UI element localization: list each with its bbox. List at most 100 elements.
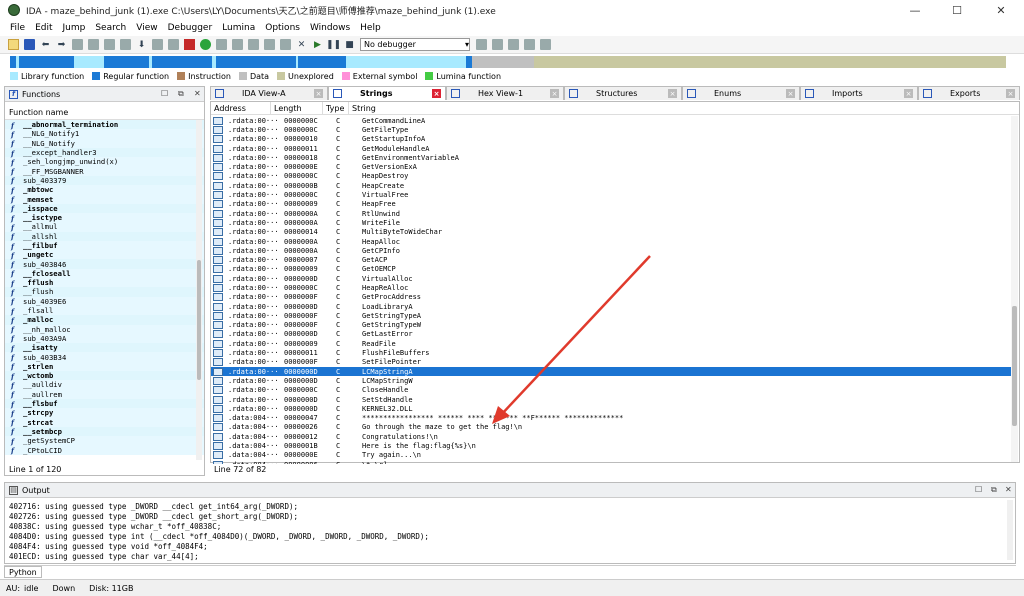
function-row[interactable]: f __aullrem [5,389,204,399]
stop-icon[interactable]: ■ [344,39,355,50]
col-address[interactable]: Address [211,101,271,115]
green-circle-icon[interactable] [200,39,211,50]
function-row[interactable]: f __NLG_Notify [5,138,204,148]
string-row[interactable]: .rdata:00··· 0000000C C HeapReAlloc [211,283,1011,292]
function-row[interactable]: f __allshl [5,231,204,241]
tool-icon-14[interactable] [508,39,519,50]
menu-edit[interactable]: Edit [35,23,52,33]
panel-close-icon[interactable]: ✕ [194,89,201,98]
function-row[interactable]: f __abnormal_termination [5,120,204,130]
minimize-button[interactable]: — [894,0,936,20]
down-arrow-icon[interactable]: ⬇ [136,39,147,50]
string-row[interactable]: .rdata:00··· 00000018 C GetEnvironmentVaria… [211,153,1011,162]
tool-icon-9[interactable] [248,39,259,50]
string-row[interactable]: .rdata:00··· 0000000D C KERNEL32.DLL [211,404,1011,413]
tab-close-icon[interactable]: × [668,89,677,98]
string-row[interactable]: .rdata:00··· 0000000F C GetProcAddress [211,293,1011,302]
function-row[interactable]: f _fflush [5,278,204,288]
function-row[interactable]: f _isspace [5,203,204,213]
tool-icon-11[interactable] [280,39,291,50]
panel-restore-icon[interactable]: ☐ [161,89,168,98]
function-row[interactable]: f _strcat [5,417,204,427]
function-row[interactable]: f sub_403B34 [5,352,204,362]
tab-close-icon[interactable]: × [314,89,323,98]
tool-icon-16[interactable] [540,39,551,50]
cross-icon[interactable]: ✕ [296,39,307,50]
function-row[interactable]: f __aulldiv [5,380,204,390]
tab-strings[interactable]: Strings × [328,86,446,100]
function-row[interactable]: f sub_4039E6 [5,296,204,306]
string-row[interactable]: .rdata:00··· 0000000F C SetFilePointer [211,358,1011,367]
function-name-column-header[interactable]: Function name [5,106,204,120]
tool-icon-12[interactable] [476,39,487,50]
string-row[interactable]: .rdata:00··· 0000000D C SetStdHandle [211,395,1011,404]
back-arrow-icon[interactable]: ⬅ [40,39,51,50]
string-row[interactable]: .rdata:00··· 00000009 C GetOEMCP [211,265,1011,274]
function-row[interactable]: f __isctype [5,212,204,223]
function-row[interactable]: f __setmbcp [5,426,204,436]
string-row[interactable]: .rdata:00··· 0000000F C GetStringTypeA [211,311,1011,320]
function-row[interactable]: f __fcloseall [5,268,204,278]
function-row[interactable]: f _getSystemCP [5,436,204,446]
function-row[interactable]: f _strlen [5,361,204,371]
menu-search[interactable]: Search [95,23,126,33]
string-row[interactable]: .rdata:00··· 0000000E C GetVersionExA [211,162,1011,172]
tab-enums[interactable]: Enums × [682,86,800,100]
tab-hex-view-1[interactable]: Hex View-1 × [446,86,564,100]
tool-icon-4[interactable] [120,39,131,50]
string-row[interactable]: .rdata:00··· 0000000D C VirtualAlloc [211,274,1011,283]
tab-structures[interactable]: Structures × [564,86,682,100]
string-row[interactable]: .data:004··· 0000000E C Try again...\n [211,451,1011,460]
function-row[interactable]: f __except_handler3 [5,147,204,158]
close-window-button[interactable]: ✕ [980,0,1022,20]
col-type[interactable]: Type [323,101,349,115]
maximize-button[interactable]: ☐ [936,0,978,20]
tool-icon-6[interactable] [168,39,179,50]
tab-close-icon[interactable]: × [550,89,559,98]
pause-icon[interactable]: ❚❚ [326,39,341,50]
function-row[interactable]: f _memset [5,194,204,204]
tab-close-icon[interactable]: × [904,89,913,98]
string-row[interactable]: .rdata:00··· 0000000C C HeapDestroy [211,172,1011,181]
string-row[interactable]: .rdata:00··· 00000009 C ReadFile [211,339,1011,348]
tool-icon-10[interactable] [264,39,275,50]
panel-close-icon[interactable]: ✕ [1005,485,1012,494]
tool-icon-7[interactable] [216,39,227,50]
string-row[interactable]: .data:004··· 00000012 C Congratulations!\n [211,432,1011,441]
col-string[interactable]: String [349,102,1019,115]
tab-imports[interactable]: Imports × [800,86,918,100]
strings-scrollbar[interactable] [1011,116,1018,462]
function-row[interactable]: f sub_403A9A [5,333,204,343]
scrollbar-thumb[interactable] [1012,306,1017,426]
tool-icon-3[interactable] [104,39,115,50]
panel-float-icon[interactable]: ⧉ [178,89,184,99]
menu-debugger[interactable]: Debugger [168,23,213,33]
string-row[interactable]: .rdata:00··· 00000011 C GetModuleHandleA [211,144,1011,153]
function-row[interactable]: f __allmul [5,222,204,232]
menu-jump[interactable]: Jump [63,23,86,33]
tool-icon-15[interactable] [524,39,535,50]
string-row[interactable]: .rdata:00··· 0000000D C LCMapStringW [211,376,1011,385]
col-length[interactable]: Length [271,101,323,115]
menu-file[interactable]: File [10,23,25,33]
function-row[interactable]: f _seh_longjmp_unwind(x) [5,157,204,167]
string-row[interactable]: .data:004··· 0000001B C Here is the flag:fl… [211,441,1011,451]
function-row[interactable]: f _CPtoLCID [5,445,204,455]
string-row[interactable]: .rdata:00··· 0000000C C GetFileType [211,125,1011,134]
tab-exports[interactable]: Exports × [918,86,1020,100]
forward-arrow-icon[interactable]: ➡ [56,39,67,50]
tab-close-icon[interactable]: × [1006,89,1015,98]
function-row[interactable]: f __NLG_Notify1 [5,129,204,139]
scrollbar-thumb[interactable] [197,260,201,380]
string-row[interactable]: .rdata:00··· 00000009 C HeapFree [211,200,1011,209]
navigation-band[interactable] [10,56,1006,68]
string-row[interactable]: .rdata:00··· 0000000C C CloseHandle [211,386,1011,395]
red-square-icon[interactable] [184,39,195,50]
string-row[interactable]: .rdata:00··· 0000000D C GetLastError [211,330,1011,339]
menu-windows[interactable]: Windows [310,23,350,33]
function-row[interactable]: f _strcpy [5,408,204,418]
string-row[interactable]: .rdata:00··· 0000000A C HeapAlloc [211,237,1011,246]
string-row[interactable]: .rdata:00··· 0000000A C WriteFile [211,218,1011,227]
string-row[interactable]: .rdata:00··· 0000000D C LoadLibraryA [211,302,1011,311]
function-row[interactable]: f sub_403846 [5,259,204,269]
